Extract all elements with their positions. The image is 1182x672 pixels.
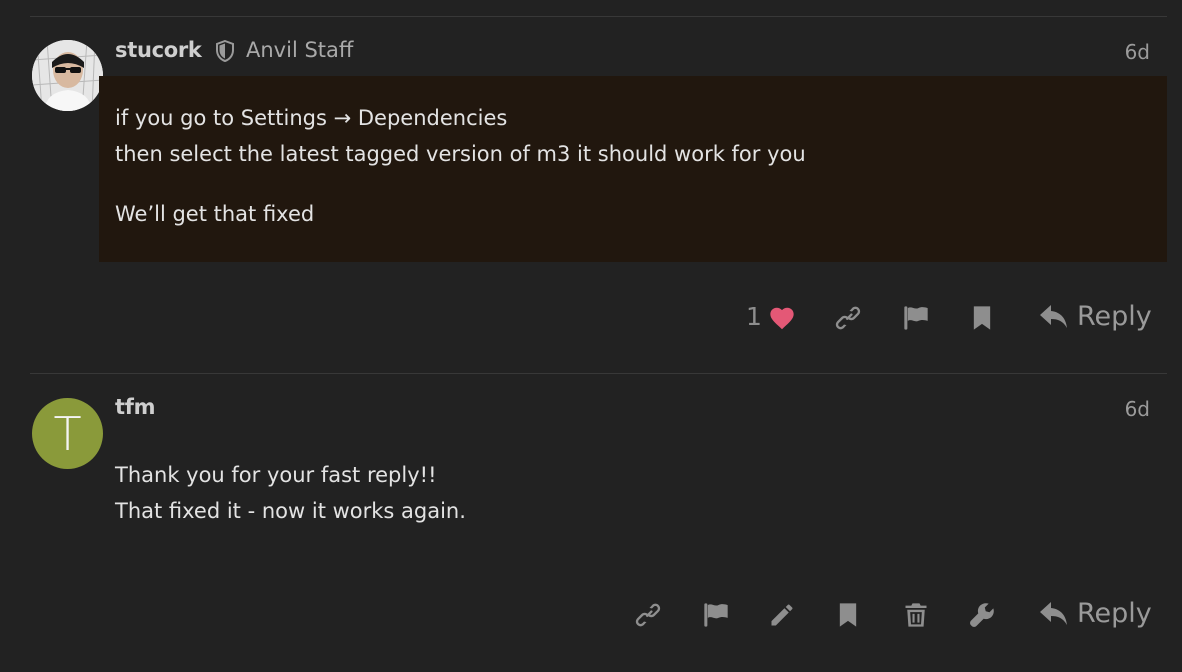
shield-icon — [216, 40, 234, 62]
reply-label: Reply — [1077, 301, 1152, 332]
copy-link-button[interactable] — [631, 598, 665, 632]
delete-button[interactable] — [899, 598, 933, 632]
admin-button[interactable] — [965, 598, 999, 632]
copy-link-button[interactable] — [831, 301, 865, 335]
reply-button[interactable]: Reply — [1039, 301, 1152, 332]
reply-icon — [1040, 304, 1067, 328]
user-title: Anvil Staff — [246, 38, 354, 62]
post-date[interactable]: 6d — [1125, 397, 1150, 421]
avatar[interactable]: T — [32, 398, 103, 469]
username[interactable]: stucork — [115, 38, 202, 62]
flag-icon — [704, 603, 728, 627]
post-line: then select the latest tagged version of… — [115, 142, 806, 166]
topic-area: stucork Anvil Staff 6d if you go to Sett… — [0, 0, 1182, 672]
bookmark-button[interactable] — [831, 598, 865, 632]
like-count[interactable]: 1 — [746, 302, 762, 331]
post-tfm: T tfm 6d Thank you for your fast reply!!… — [0, 374, 1182, 672]
post-stucork: stucork Anvil Staff 6d if you go to Sett… — [0, 0, 1182, 372]
link-icon — [635, 603, 661, 627]
bookmark-icon — [973, 306, 991, 330]
username[interactable]: tfm — [115, 395, 155, 419]
bookmark-icon — [839, 603, 857, 627]
avatar[interactable] — [32, 40, 103, 111]
reply-button[interactable]: Reply — [1039, 598, 1152, 629]
post-body: if you go to Settings → Dependencies the… — [115, 100, 806, 232]
pencil-icon — [771, 604, 793, 626]
post-line: Thank you for your fast reply!! — [115, 463, 437, 487]
flag-button[interactable] — [699, 598, 733, 632]
bookmark-button[interactable] — [965, 301, 999, 335]
reply-icon — [1040, 601, 1067, 625]
heart-icon — [770, 307, 794, 330]
post-line: We’ll get that fixed — [115, 202, 315, 226]
avatar-letter: T — [53, 406, 82, 461]
like-button[interactable] — [765, 301, 799, 335]
flag-button[interactable] — [899, 301, 933, 335]
avatar-image — [32, 40, 103, 111]
link-icon — [835, 306, 861, 330]
reply-label: Reply — [1077, 598, 1152, 629]
post-body: Thank you for your fast reply!! That fix… — [115, 457, 466, 529]
flag-icon — [904, 306, 928, 330]
trash-icon — [905, 603, 927, 627]
post-line: if you go to Settings → Dependencies — [115, 106, 508, 130]
edit-button[interactable] — [765, 598, 799, 632]
wrench-icon — [970, 603, 994, 627]
post-date[interactable]: 6d — [1125, 40, 1150, 64]
post-line: That fixed it - now it works again. — [115, 499, 466, 523]
